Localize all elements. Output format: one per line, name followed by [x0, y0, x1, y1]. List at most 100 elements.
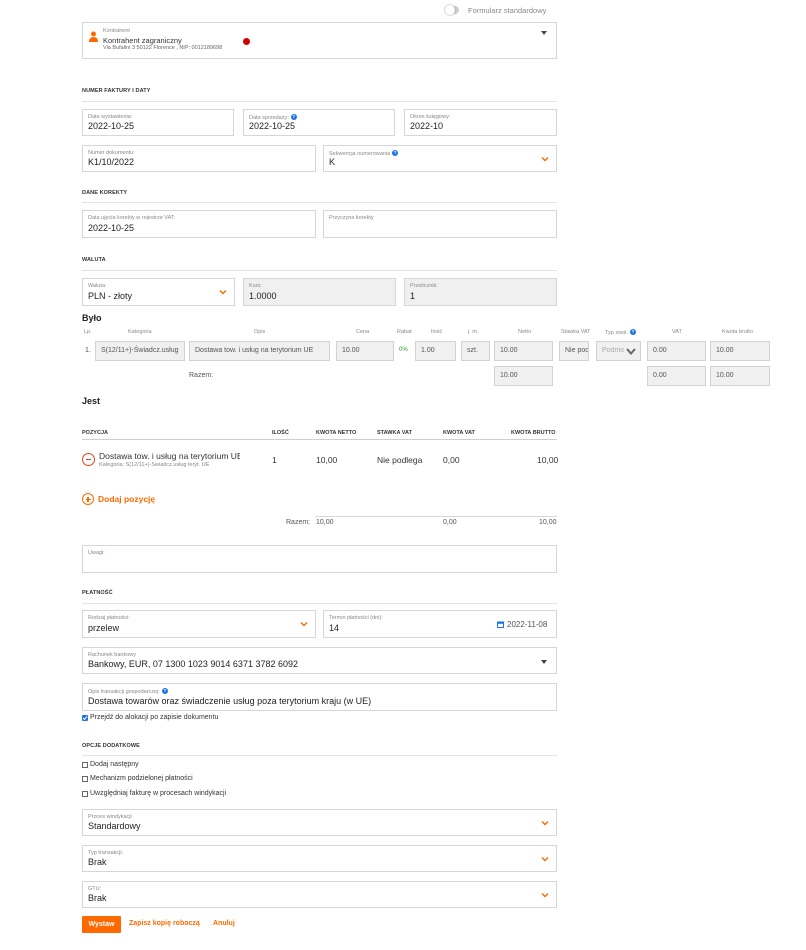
info-icon[interactable]: ?: [629, 329, 636, 335]
allocation-checkbox[interactable]: [82, 715, 88, 721]
chevron-down-icon: [626, 348, 636, 355]
bylo-header-price: Cena: [356, 329, 370, 335]
divider: [82, 603, 557, 604]
bylo-total-vat: 0.00: [647, 366, 706, 386]
bank-account-select[interactable]: Rachunek bankowy Bankowy, EUR, 07 1300 1…: [82, 647, 557, 674]
exchange-rate-field: Kurs: 1.0000: [243, 278, 396, 306]
currency-select[interactable]: Waluta: PLN - złoty: [82, 278, 235, 306]
jest-total-vat: 0,00: [443, 519, 457, 526]
gtu-label: GTU:: [88, 886, 102, 892]
standard-form-toggle[interactable]: [445, 5, 459, 15]
section-currency-title: WALUTA: [82, 257, 106, 263]
numbering-sequence-select[interactable]: Sekwencja numerowania? K: [323, 145, 557, 172]
remove-position-button[interactable]: [82, 453, 95, 466]
bylo-header-net: Netto: [518, 329, 532, 335]
contractor-address: Via Bufalini 3 50122 Florence , NIP: 001…: [103, 45, 223, 51]
bylo-exempt-value: Podmiot: [602, 347, 624, 354]
contractor-select[interactable]: Kontrahent Kontrahent zagraniczny Via Bu…: [82, 22, 557, 59]
split-payment-checkbox[interactable]: [82, 776, 88, 782]
collection-process-value: Standardowy: [88, 821, 141, 831]
bylo-header-qty: Ilość: [431, 329, 443, 335]
save-draft-button[interactable]: Zapisz kopię roboczą: [129, 920, 200, 927]
info-icon[interactable]: ?: [290, 114, 297, 120]
converter-field: Przelicznik: 1: [404, 278, 557, 306]
payment-type-select[interactable]: Rodzaj płatności: przelew: [82, 610, 316, 638]
gtu-value: Brak: [88, 893, 107, 903]
bylo-qty-cell: 1.00: [415, 341, 456, 361]
chevron-down-icon[interactable]: [541, 819, 549, 827]
exchange-rate-value: 1.0000: [249, 291, 277, 301]
jest-row-vat-rate: Nie podlega: [377, 455, 423, 465]
issue-date-field[interactable]: Data wystawienia: 2022-10-25: [82, 109, 234, 136]
collection-process-select[interactable]: Proces windykacji Standardowy: [82, 809, 557, 836]
payment-type-label: Rodzaj płatności:: [88, 615, 130, 621]
transaction-type-select[interactable]: Typ transakcji: Brak: [82, 845, 557, 872]
chevron-down-icon[interactable]: [541, 155, 549, 163]
collection-checkbox[interactable]: [82, 791, 88, 797]
cancel-button[interactable]: Anuluj: [213, 920, 235, 927]
bylo-discount: 0%: [399, 347, 408, 353]
plus-circle-icon: [82, 493, 94, 505]
chevron-down-icon[interactable]: [219, 288, 227, 296]
transaction-description-value: Dostawa towarów oraz świadczenie usług p…: [88, 696, 372, 706]
chevron-down-icon[interactable]: [541, 891, 549, 899]
add-next-label: Dodaj następny: [90, 761, 139, 768]
bylo-header-gross: Kwota brutto: [722, 329, 753, 335]
correction-vat-date-field[interactable]: Data ujęcia korekty w rejestrze VAT: 202…: [82, 210, 316, 238]
gtu-select[interactable]: GTU: Brak: [82, 881, 557, 908]
jest-total-gross: 10,00: [539, 519, 557, 526]
document-number-value: K1/10/2022: [88, 157, 135, 167]
sale-date-field[interactable]: Data sprzedaży:? 2022-10-25: [243, 109, 395, 136]
contractor-name: Kontrahent zagraniczny: [103, 36, 182, 45]
bank-account-value: Bankowy, EUR, 07 1300 1023 9014 6371 378…: [88, 659, 298, 669]
bylo-header-discount: Rabat: [397, 329, 412, 335]
contractor-status-dot: [243, 38, 250, 45]
accounting-period-value: 2022-10: [410, 121, 444, 131]
caret-down-icon[interactable]: [541, 660, 547, 664]
collection-process-label: Proces windykacji: [88, 814, 132, 820]
bylo-title: Było: [82, 313, 102, 323]
payment-term-value: 14: [329, 623, 340, 633]
bylo-header-vat: VAT: [672, 329, 682, 335]
transaction-description-field[interactable]: Opis transakcji gospodarczej:? Dostawa t…: [82, 683, 557, 711]
allocation-label: Przejdź do alokacji po zapisie dokumentu: [90, 714, 219, 721]
section-correction-title: DANE KOREKTY: [82, 190, 128, 196]
jest-row-name[interactable]: Dostawa tow. i usług na terytorium UE: [99, 451, 240, 461]
issue-button[interactable]: Wystaw: [82, 916, 121, 933]
chevron-down-icon[interactable]: [300, 620, 308, 628]
correction-reason-label: Przyczyna korekty: [329, 215, 374, 221]
converter-value: 1: [410, 291, 416, 301]
notes-label: Uwagi:: [88, 550, 105, 556]
bylo-net-cell: 10.00: [494, 341, 553, 361]
divider: [82, 755, 557, 756]
bylo-gross-cell: 10.00: [710, 341, 770, 361]
chevron-down-icon[interactable]: [541, 855, 549, 863]
split-payment-label: Mechanizm podzielonej płatności: [90, 775, 193, 782]
bylo-header-vat-rate: Stawka VAT: [561, 329, 591, 335]
divider: [82, 101, 557, 102]
notes-field[interactable]: Uwagi:: [82, 545, 557, 573]
jest-total-net: 10,00: [316, 519, 334, 526]
payment-due-date: 2022-11-08: [507, 620, 548, 629]
divider: [82, 202, 557, 203]
caret-down-icon[interactable]: [541, 31, 547, 35]
accounting-period-field[interactable]: Okres księgowy: 2022-10: [404, 109, 557, 136]
correction-reason-field[interactable]: Przyczyna korekty: [323, 210, 557, 238]
payment-term-field[interactable]: Termin płatności (dni): 14 2022-11-08: [323, 610, 557, 638]
toggle-label: Formularz standardowy: [468, 6, 547, 15]
info-icon[interactable]: ?: [161, 688, 168, 694]
jest-row-gross: 10,00: [537, 455, 559, 465]
bylo-header-exempt: Typ zwol.: [605, 330, 628, 336]
bylo-header-category: Kategoria: [128, 329, 152, 335]
info-icon[interactable]: ?: [392, 150, 399, 156]
toggle-knob: [445, 5, 455, 15]
calendar-icon[interactable]: [497, 621, 504, 628]
bylo-header-description: Opis: [254, 329, 266, 335]
document-number-field[interactable]: Numer dokumentu: K1/10/2022: [82, 145, 316, 172]
issue-date-value: 2022-10-25: [88, 121, 135, 131]
numbering-sequence-label: Sekwencja numerowania: [329, 151, 391, 157]
section-invoice-title: NUMER FAKTURY I DATY: [82, 88, 151, 94]
minus-icon: [86, 459, 91, 461]
jest-header-vat: KWOTA VAT: [443, 430, 475, 436]
add-next-checkbox[interactable]: [82, 762, 88, 768]
